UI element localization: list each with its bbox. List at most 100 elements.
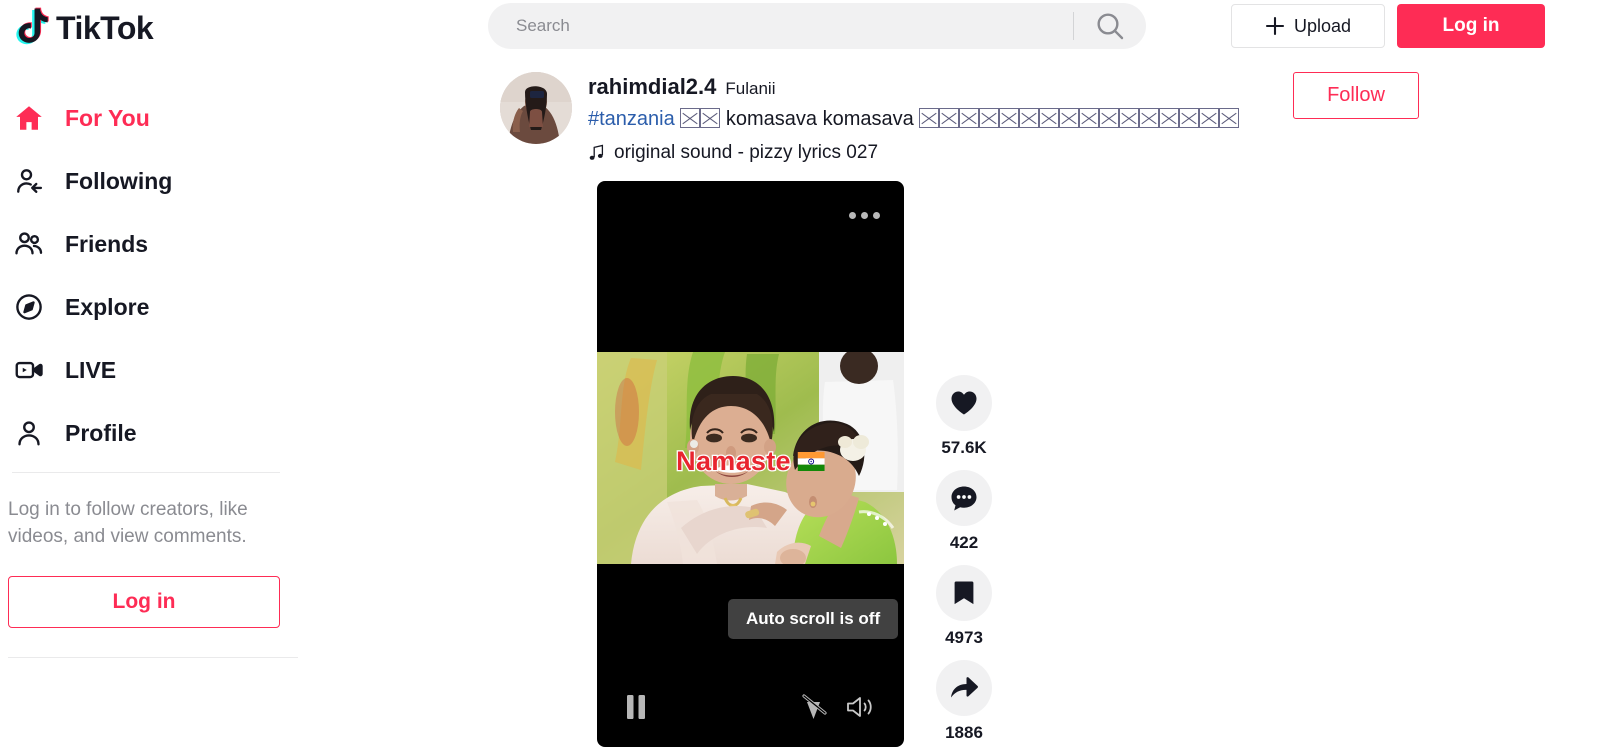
missing-glyph-box — [1119, 108, 1140, 128]
bookmark-count: 4973 — [945, 628, 983, 647]
share-action[interactable]: 1886 — [936, 660, 992, 741]
missing-glyph-box — [979, 108, 1000, 128]
caption-tofu-group-2 — [919, 108, 1240, 130]
post-caption: #tanzania komasava komasava — [588, 107, 1240, 132]
plus-icon — [1265, 16, 1285, 36]
heart-icon — [951, 391, 977, 415]
like-button[interactable] — [936, 375, 992, 431]
share-count: 1886 — [945, 723, 983, 742]
volume-on-icon — [847, 697, 872, 717]
bookmark-icon — [954, 581, 974, 605]
follow-button[interactable]: Follow — [1293, 72, 1419, 119]
search-bar[interactable] — [488, 3, 1146, 49]
login-button-topbar[interactable]: Log in — [1397, 4, 1545, 48]
missing-glyph-box — [1199, 108, 1220, 128]
share-icon — [951, 677, 978, 698]
pause-icon — [627, 695, 645, 719]
comment-action[interactable]: 422 — [936, 470, 992, 551]
overlay-caption-text: Namaste — [675, 445, 792, 478]
sidebar: For You Following Friends Explore LIVE P… — [0, 60, 300, 750]
missing-glyph-box — [1079, 108, 1100, 128]
missing-glyph-box — [1179, 108, 1200, 128]
music-attribution[interactable]: original sound - pizzy lyrics 027 — [588, 142, 1239, 164]
missing-glyph-box — [999, 108, 1020, 128]
like-count: 57.6K — [941, 438, 987, 457]
music-label: original sound - pizzy lyrics 027 — [614, 142, 879, 163]
like-action[interactable]: 57.6K — [936, 375, 992, 456]
follow-icon — [12, 164, 46, 198]
live-icon — [12, 353, 46, 387]
login-prompt-text: Log in to follow creators, like videos, … — [8, 499, 248, 547]
author-row: rahimdial2.4 Fulanii — [588, 76, 1239, 98]
missing-glyph-box — [1099, 108, 1120, 128]
missing-glyph-box — [1139, 108, 1160, 128]
video-text-overlay: Namaste — [675, 445, 825, 478]
avatar[interactable] — [500, 72, 572, 144]
sidebar-item-profile[interactable]: Profile — [0, 409, 300, 457]
caption-tofu-group-1 — [680, 108, 721, 130]
caption-text: komasava komasava — [725, 108, 914, 130]
post-header: rahimdial2.4 Fulanii #tanzania komasava … — [500, 72, 1605, 164]
caption-hashtag[interactable]: #tanzania — [588, 108, 675, 130]
missing-glyph-box — [959, 108, 980, 128]
friends-icon — [12, 227, 46, 261]
missing-glyph-box — [1019, 108, 1040, 128]
missing-glyph-box — [1059, 108, 1080, 128]
author-username[interactable]: rahimdial2.4 — [588, 76, 716, 98]
sidebar-label-explore: Explore — [65, 293, 150, 320]
upload-button[interactable]: Upload — [1231, 4, 1385, 48]
avatar-image — [500, 72, 572, 144]
missing-glyph-box — [939, 108, 960, 128]
feed-post: rahimdial2.4 Fulanii #tanzania komasava … — [300, 60, 1605, 747]
home-icon — [12, 101, 46, 135]
sidebar-divider — [12, 472, 280, 473]
bookmark-button[interactable] — [936, 565, 992, 621]
comment-icon — [951, 486, 977, 510]
autoscroll-toast: Auto scroll is off — [728, 599, 899, 639]
comment-button[interactable] — [936, 470, 992, 526]
login-button-sidebar[interactable]: Log in — [8, 575, 280, 628]
search-button[interactable] — [1074, 3, 1146, 49]
tiktok-note-icon — [16, 7, 49, 45]
music-note-icon — [589, 144, 604, 160]
missing-glyph-box — [919, 108, 940, 128]
action-rail: 57.6K 422 4973 1886 — [936, 375, 992, 747]
more-dots-icon[interactable] — [849, 212, 880, 219]
search-icon — [1097, 13, 1124, 40]
author-nickname: Fulanii — [725, 79, 776, 98]
missing-glyph-box — [1219, 108, 1240, 128]
autoscroll-toggle-button[interactable] — [801, 693, 827, 721]
sidebar-item-explore[interactable]: Explore — [0, 283, 300, 331]
india-flag-emoji — [797, 452, 825, 471]
search-input[interactable] — [488, 3, 1073, 49]
upload-label: Upload — [1293, 15, 1352, 36]
share-button[interactable] — [936, 660, 992, 716]
sidebar-label-for-you: For You — [65, 104, 150, 131]
sidebar-label-friends: Friends — [65, 230, 149, 257]
video-player[interactable]: Namaste Auto scroll is off — [597, 181, 904, 747]
video-row: Namaste Auto scroll is off 57.6K 422 497… — [500, 181, 1605, 747]
missing-glyph-box — [680, 108, 701, 128]
pause-button[interactable] — [624, 693, 648, 721]
top-navigation-bar: TikTok Upload Log in — [0, 0, 1605, 60]
sidebar-item-for-you[interactable]: For You — [0, 94, 300, 142]
missing-glyph-box — [1159, 108, 1180, 128]
sidebar-label-following: Following — [65, 167, 173, 194]
autoscroll-off-icon — [802, 694, 827, 719]
sidebar-item-following[interactable]: Following — [0, 157, 300, 205]
sidebar-label-live: LIVE — [65, 356, 117, 383]
person-icon — [12, 416, 46, 450]
tiktok-wordmark: TikTok — [56, 10, 154, 46]
comment-count: 422 — [949, 533, 979, 552]
tiktok-logo[interactable]: TikTok — [14, 6, 154, 50]
sidebar-divider-bottom — [8, 656, 298, 658]
sidebar-item-friends[interactable]: Friends — [0, 220, 300, 268]
compass-icon — [12, 290, 46, 324]
bookmark-action[interactable]: 4973 — [936, 565, 992, 646]
sidebar-label-profile: Profile — [65, 419, 137, 446]
video-feed: rahimdial2.4 Fulanii #tanzania komasava … — [300, 60, 1605, 750]
sidebar-item-live[interactable]: LIVE — [0, 346, 300, 394]
volume-button[interactable] — [845, 693, 875, 721]
missing-glyph-box — [700, 108, 721, 128]
post-meta: rahimdial2.4 Fulanii #tanzania komasava … — [588, 72, 1240, 164]
